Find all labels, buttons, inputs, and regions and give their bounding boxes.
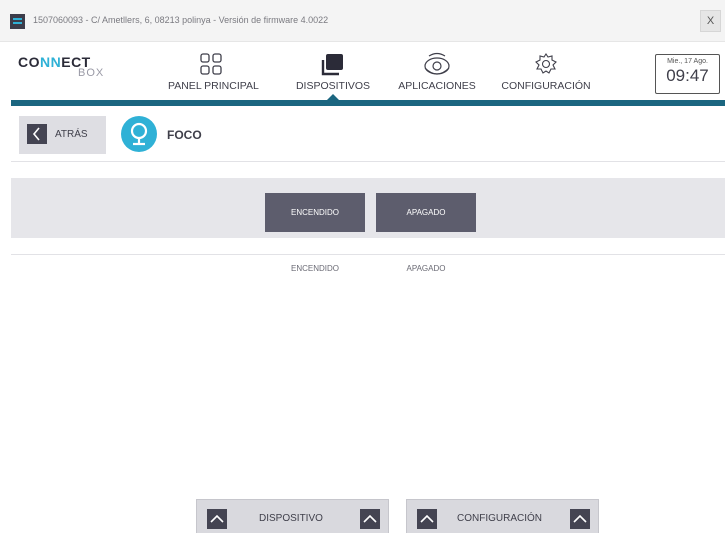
devices-icon [321,54,343,76]
chevron-up-icon [360,509,380,529]
nav-label: APLICACIONES [398,80,476,92]
nav-label: DISPOSITIVOS [295,80,371,92]
divider [11,161,725,162]
control-panel [11,178,725,238]
turn-off-button[interactable]: APAGADO [376,193,476,232]
device-name: FOCO [167,128,202,142]
close-button[interactable]: X [700,10,721,32]
gear-icon [535,53,557,74]
clock-time: 09:47 [666,66,709,85]
chevron-up-icon [417,509,437,529]
light-bulb-icon [121,116,157,152]
nav-label: PANEL PRINCIPAL [168,80,259,92]
nav-label: CONFIGURACIÓN [501,80,591,92]
chevron-up-icon [570,509,590,529]
chevron-left-icon [27,124,47,144]
nav-panel-principal[interactable]: PANEL PRINCIPAL [168,42,259,100]
header-accent-bar [11,100,725,106]
applications-icon [424,52,450,75]
configuration-tab-label: CONFIGURACIÓN [457,513,542,524]
main-header: CONNECT BOX PANEL PRINCIPAL DISPOSITIVOS… [0,42,725,100]
nav-configuracion[interactable]: CONFIGURACIÓN [497,42,595,100]
divider [11,254,725,255]
configuration-panel-tab[interactable]: CONFIGURACIÓN [406,499,599,533]
nav-aplicaciones[interactable]: APLICACIONES [392,42,482,100]
turn-on-button[interactable]: ENCENDIDO [265,193,365,232]
window-title: 1507060093 - C/ Ametllers, 6, 08213 poli… [33,15,329,25]
back-button[interactable]: ATRÁS [19,116,106,154]
state-label-on: ENCENDIDO [290,264,339,273]
grid-icon [200,53,222,75]
app-logo-icon [10,14,25,29]
back-label: ATRÁS [55,129,88,140]
connectbox-logo: CONNECT BOX [18,54,105,79]
clock-date: Mie., 17 Ago. [667,58,708,65]
device-panel-tab[interactable]: DISPOSITIVO [196,499,389,533]
nav-dispositivos[interactable]: DISPOSITIVOS [289,42,377,100]
device-tab-label: DISPOSITIVO [259,513,323,524]
chevron-up-icon [207,509,227,529]
clock-widget: Mie., 17 Ago. 09:47 [655,54,720,94]
window-title-bar: 1507060093 - C/ Ametllers, 6, 08213 poli… [0,0,725,42]
state-label-off: APAGADO [406,264,446,273]
